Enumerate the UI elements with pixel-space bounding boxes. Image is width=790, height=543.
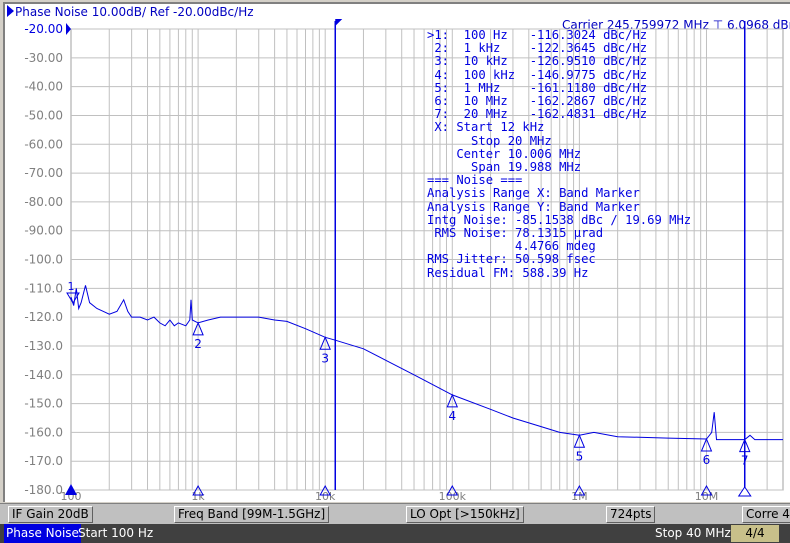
marker-readout-line: RMS Jitter: 50.598 fsec [427, 252, 596, 267]
marker-readout-line: X: Start 12 kHz [427, 120, 545, 135]
status-bar: IF Gain 20dB Freq Band [99M-1.5GHz] LO O… [0, 503, 790, 524]
marker-number: 1 [68, 280, 75, 293]
y-tick-label: -20.00 [24, 22, 63, 36]
marker-number: 6 [703, 453, 711, 467]
y-tick-label: -40.00 [24, 80, 63, 94]
y-tick-label: -140.0 [24, 368, 63, 382]
marker-readout-line: Analysis Range Y: Band Marker [427, 199, 640, 214]
marker-number: 3 [321, 351, 329, 365]
marker-number: 2 [194, 337, 202, 351]
y-tick-label: -160.0 [24, 425, 63, 439]
y-tick-label: -170.0 [24, 454, 63, 468]
marker-readout-line: Residual FM: 588.39 Hz [427, 265, 589, 280]
y-tick-label: -100.0 [24, 253, 63, 267]
band-start-flag-icon [335, 19, 343, 26]
y-tick-label: -30.00 [24, 51, 63, 65]
y-tick-label: -120.0 [24, 310, 63, 324]
y-tick-label: -130.0 [24, 339, 63, 353]
x-tick-label: 100k [439, 490, 467, 503]
if-gain-button[interactable]: IF Gain 20dB [8, 506, 93, 523]
reference-level-icon [66, 23, 71, 35]
y-tick-label: -110.0 [24, 281, 63, 295]
stop-frequency[interactable]: Stop 40 MHz [655, 524, 731, 543]
y-tick-label: -90.00 [24, 224, 63, 238]
y-tick-label: -60.00 [24, 137, 63, 151]
bottom-bar: Phase Noise Start 100 Hz Stop 40 MHz 4/4 [0, 524, 790, 543]
y-tick-label: -180.0 [24, 483, 63, 497]
marker-readout-line: 4: 100 kHz -146.9775 dBc/Hz [427, 67, 648, 82]
y-tick-label: -50.00 [24, 108, 63, 122]
marker-readout-line: Analysis Range X: Band Marker [427, 186, 640, 201]
x-tick-label: 1M [571, 490, 588, 503]
points-button[interactable]: 724pts [606, 506, 656, 523]
marker-readout-line: 3: 10 kHz -126.9510 dBc/Hz [427, 54, 648, 69]
marker-number: 5 [576, 449, 584, 463]
marker-number: 4 [448, 409, 456, 423]
start-frequency[interactable]: Start 100 Hz [78, 524, 153, 543]
page-indicator[interactable]: 4/4 [731, 525, 779, 542]
x-tick-label: 10M [695, 490, 719, 503]
marker-readout-line: Stop 20 MHz [427, 133, 552, 148]
marker-readout: >1: 100 Hz -116.3024 dBc/Hz 2: 1 kHz -12… [427, 28, 691, 280]
correction-button[interactable]: Corre 4 [742, 506, 790, 523]
freq-band-button[interactable]: Freq Band [99M-1.5GHz] [174, 506, 330, 523]
x-tick-label: 1k [191, 490, 205, 503]
y-tick-label: -70.00 [24, 166, 63, 180]
x-tick-label: 10k [315, 490, 336, 503]
y-tick-label: -80.00 [24, 195, 63, 209]
mode-label[interactable]: Phase Noise [4, 524, 81, 543]
y-tick-label: -150.0 [24, 397, 63, 411]
lo-opt-button[interactable]: LO Opt [>150kHz] [406, 506, 524, 523]
marker-number: 7 [741, 454, 749, 468]
